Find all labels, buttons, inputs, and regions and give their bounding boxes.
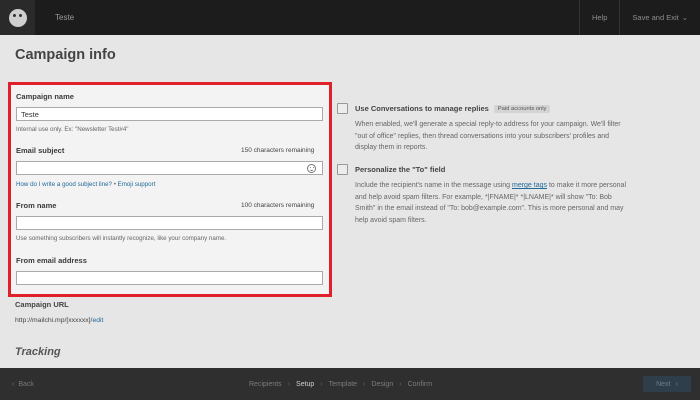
freddie-logo-icon [8, 8, 27, 27]
personalize-to-title: Personalize the "To" field [355, 165, 446, 174]
email-subject-label: Email subject [16, 146, 65, 155]
email-subject-input[interactable] [16, 161, 323, 175]
chevron-right-icon: › [675, 380, 678, 388]
chevron-left-icon: ‹ [12, 380, 15, 388]
from-name-help: Use something subscribers will instantly… [16, 235, 227, 242]
from-name-label: From name [16, 201, 57, 210]
chevron-right-icon: › [363, 380, 366, 388]
back-label: Back [18, 380, 34, 388]
edit-url-link[interactable]: edit [92, 317, 103, 324]
emoji-picker-icon[interactable] [307, 163, 316, 173]
next-button[interactable]: Next › [643, 376, 691, 392]
from-email-label: From email address [16, 256, 87, 265]
campaign-name-input[interactable] [16, 107, 323, 121]
top-bar: Teste Help Save and Exit ⌄ [0, 0, 700, 35]
personalize-desc-line: Include the recipient's name in the mess… [355, 180, 685, 192]
conversations-checkbox[interactable] [337, 103, 348, 114]
campaign-title: Teste [55, 13, 75, 22]
email-subject-counter: 150 characters remaining [241, 147, 315, 154]
personalize-desc-line: Smith" in the email instead of "To: bob@… [355, 205, 624, 212]
from-email-input[interactable] [16, 271, 323, 285]
emoji-support-link[interactable]: Emoji support [118, 181, 156, 188]
step-confirm[interactable]: Confirm [408, 381, 433, 388]
campaign-name-label: Campaign name [16, 92, 74, 101]
conversations-title: Use Conversations to manage replies Paid… [355, 104, 551, 113]
subject-help-links: How do I write a good subject line? • Em… [16, 181, 155, 188]
step-breadcrumb: Recipients › Setup › Template › Design ›… [249, 368, 432, 400]
chevron-down-icon: ⌄ [681, 13, 688, 22]
bottom-nav-bar: ‹ Back Recipients › Setup › Template › D… [0, 368, 700, 400]
chevron-right-icon: › [399, 380, 402, 388]
help-link[interactable]: Help [580, 13, 619, 22]
step-setup[interactable]: Setup [296, 381, 314, 388]
from-name-counter: 100 characters remaining [241, 202, 315, 209]
tracking-heading: Tracking [15, 346, 61, 358]
personalize-to-checkbox[interactable] [337, 164, 348, 175]
campaign-name-help: Internal use only. Ex: "Newsletter Test#… [16, 126, 129, 133]
save-and-exit-button[interactable]: Save and Exit ⌄ [620, 13, 700, 22]
personalize-desc-line: help avoid spam filters. [355, 216, 427, 224]
personalize-to-description: Include the recipient's name in the mess… [355, 180, 685, 226]
page-title: Campaign info [15, 47, 116, 63]
personalize-desc-line: and help avoid spam filters. For example… [355, 193, 612, 201]
conversations-desc-line: When enabled, we'll generate a special r… [355, 121, 621, 128]
merge-tags-link[interactable]: merge tags [512, 182, 547, 189]
paid-accounts-badge: Paid accounts only [493, 104, 551, 113]
conversations-desc-line: "out of office" replies, then thread con… [355, 132, 610, 140]
campaign-url-value: http://mailchi.mp/[xxxxxx]/edit [15, 317, 103, 324]
save-and-exit-label: Save and Exit [632, 13, 679, 22]
campaign-url-label: Campaign URL [15, 300, 69, 309]
chevron-right-icon: › [320, 380, 323, 388]
conversations-title-text: Use Conversations to manage replies [355, 104, 489, 113]
step-recipients[interactable]: Recipients [249, 381, 282, 388]
chevron-right-icon: › [287, 380, 291, 388]
personalize-desc-text: to make it more personal [547, 182, 626, 189]
next-label: Next [656, 380, 671, 388]
campaign-url-prefix: http://mailchi.mp/[xxxxxx]/ [15, 317, 93, 324]
from-name-input[interactable] [16, 216, 323, 230]
campaign-info-form: Campaign name Internal use only. Ex: "Ne… [8, 82, 332, 297]
personalize-desc-text: Include the recipient's name in the mess… [355, 182, 512, 189]
step-template[interactable]: Template [329, 381, 357, 388]
subject-line-help-link[interactable]: How do I write a good subject line? [16, 181, 112, 188]
conversations-desc-line: display them in reports. [355, 144, 428, 151]
back-button[interactable]: ‹ Back [12, 381, 34, 388]
mailchimp-logo[interactable] [0, 0, 35, 35]
conversations-description: When enabled, we'll generate a special r… [355, 119, 685, 154]
step-design[interactable]: Design [371, 381, 393, 388]
